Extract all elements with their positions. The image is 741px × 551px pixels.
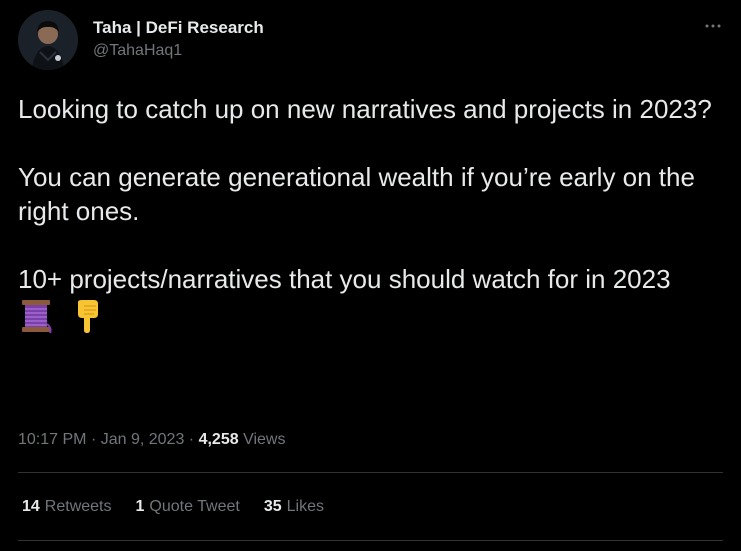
- divider: [18, 472, 723, 473]
- quote-tweets-stat[interactable]: 1 Quote Tweet: [136, 497, 240, 517]
- quote-tweets-label: Quote Tweet: [149, 498, 240, 515]
- tweet-paragraph: 10+ projects/narratives that you should …: [18, 264, 671, 294]
- quote-tweets-count: 1: [135, 498, 145, 515]
- tweet-date[interactable]: Jan 9, 2023: [101, 431, 185, 448]
- author-handle[interactable]: @TahaHaq1: [93, 41, 264, 61]
- author-block: Taha | DeFi Research @TahaHaq1: [93, 18, 264, 61]
- retweets-stat[interactable]: 14 Retweets: [22, 497, 112, 517]
- likes-label: Likes: [286, 498, 324, 515]
- retweets-count: 14: [22, 498, 40, 515]
- pointing-down-icon: [70, 298, 106, 334]
- more-options-button[interactable]: [703, 16, 723, 36]
- tweet-paragraph: Looking to catch up on new narratives an…: [18, 94, 712, 124]
- engagement-stats: 14 Retweets 1 Quote Tweet 35 Likes: [22, 497, 324, 517]
- tweet-card: Taha | DeFi Research @TahaHaq1 Looking t…: [0, 0, 741, 551]
- thread-spool-icon: [18, 298, 54, 334]
- avatar[interactable]: [18, 10, 78, 70]
- meta-separator: ·: [90, 431, 97, 448]
- more-horizontal-icon: [705, 24, 721, 28]
- tweet-paragraph: You can generate generational wealth if …: [18, 162, 703, 226]
- tweet-meta: 10:17 PM · Jan 9, 2023 · 4,258 Views: [18, 430, 285, 450]
- tweet-text: Looking to catch up on new narratives an…: [18, 92, 730, 334]
- views-count: 4,258: [198, 431, 239, 448]
- author-display-name[interactable]: Taha | DeFi Research: [93, 18, 264, 38]
- avatar-image: [18, 10, 78, 70]
- tweet-header: Taha | DeFi Research @TahaHaq1: [18, 10, 727, 70]
- views-label: Views: [243, 431, 286, 448]
- retweets-label: Retweets: [44, 498, 112, 515]
- likes-count: 35: [263, 498, 282, 515]
- divider: [18, 540, 723, 541]
- tweet-time[interactable]: 10:17 PM: [18, 431, 86, 448]
- likes-stat[interactable]: 35 Likes: [264, 497, 324, 517]
- meta-separator: ·: [188, 431, 195, 448]
- emoji-row: [18, 298, 730, 334]
